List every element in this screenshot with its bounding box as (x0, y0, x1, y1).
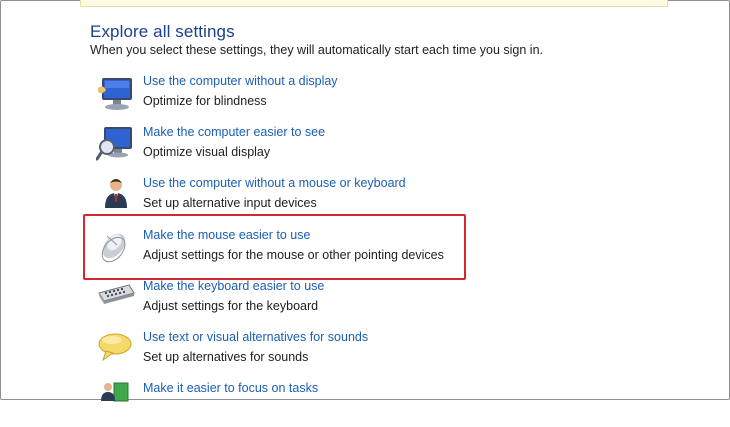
link-sounds[interactable]: Use text or visual alternatives for soun… (143, 330, 368, 344)
setting-item-no-display: Use the computer without a display Optim… (96, 74, 496, 120)
desc-sounds: Set up alternatives for sounds (143, 350, 309, 364)
magnifier-monitor-icon (95, 125, 136, 165)
setting-item-focus: Make it easier to focus on tasks (96, 381, 496, 427)
keyboard-icon (96, 279, 136, 319)
desc-no-display: Optimize for blindness (143, 94, 267, 108)
highlight-box (83, 214, 466, 280)
link-focus[interactable]: Make it easier to focus on tasks (143, 381, 318, 395)
link-no-mouse-keyboard[interactable]: Use the computer without a mouse or keyb… (143, 176, 406, 190)
section-heading: Explore all settings (90, 22, 235, 41)
link-no-display[interactable]: Use the computer without a display (143, 74, 338, 88)
monitor-icon (96, 74, 136, 114)
speech-bubble-icon (96, 330, 136, 370)
person-icon (96, 176, 136, 216)
setting-item-sounds: Use text or visual alternatives for soun… (96, 330, 496, 376)
task-person-icon (96, 381, 136, 421)
section-subtitle: When you select these settings, they wil… (90, 43, 543, 57)
desc-keyboard: Adjust settings for the keyboard (143, 299, 319, 313)
desc-no-mouse-keyboard: Set up alternative input devices (143, 196, 317, 210)
setting-item-easier-to-see: Make the computer easier to see Optimize… (95, 125, 496, 171)
link-easier-to-see[interactable]: Make the computer easier to see (143, 125, 325, 139)
info-bar-edge (80, 0, 668, 7)
link-keyboard[interactable]: Make the keyboard easier to use (143, 279, 324, 293)
setting-item-keyboard: Make the keyboard easier to use Adjust s… (96, 279, 496, 325)
desc-easier-to-see: Optimize visual display (143, 145, 271, 159)
